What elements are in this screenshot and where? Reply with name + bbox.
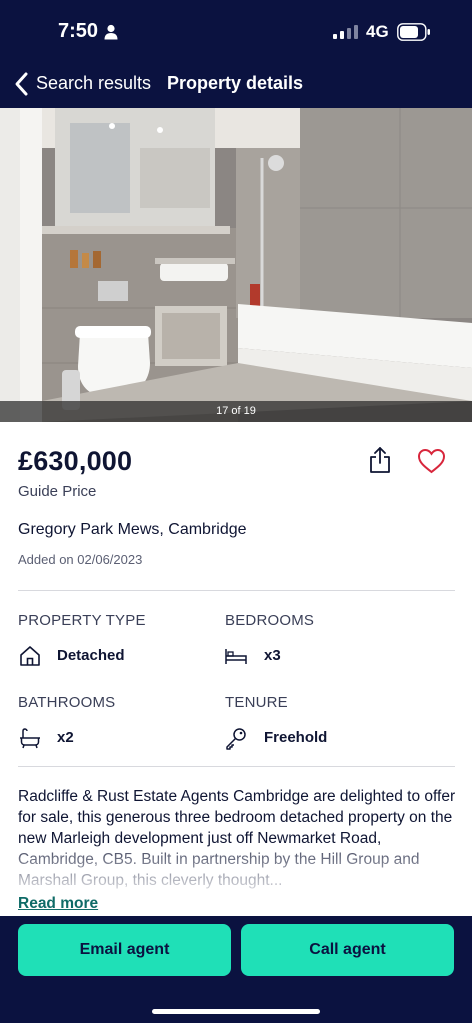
- bottom-action-bar: Email agent Call agent: [0, 916, 472, 1023]
- signal-icon: [333, 25, 358, 39]
- property-type-label: PROPERTY TYPE: [18, 612, 146, 629]
- status-bar: 7:50 4G: [0, 0, 472, 62]
- added-date: Added on 02/06/2023: [18, 552, 143, 567]
- chevron-left-icon[interactable]: [13, 71, 29, 97]
- bedrooms-value: x3: [264, 647, 281, 664]
- bedrooms-label: BEDROOMS: [225, 612, 315, 629]
- property-address: Gregory Park Mews, Cambridge: [18, 521, 247, 538]
- bed-icon: [225, 649, 247, 664]
- battery-icon: [397, 23, 430, 41]
- status-time: 7:50: [58, 20, 99, 42]
- home-indicator[interactable]: [152, 1009, 320, 1014]
- bathrooms-label: BATHROOMS: [18, 694, 116, 711]
- price-qualifier: Guide Price: [18, 483, 97, 500]
- person-icon: [104, 24, 118, 40]
- read-more-link[interactable]: Read more: [18, 895, 98, 913]
- listing-price: £630,000: [18, 446, 133, 476]
- photo-gallery[interactable]: 17 of 19: [0, 108, 472, 422]
- bathrooms-value: x2: [57, 729, 74, 746]
- heart-icon[interactable]: [417, 448, 446, 474]
- network-type: 4G: [366, 22, 389, 41]
- nav-bar: Search results Property details: [0, 62, 472, 108]
- call-agent-button[interactable]: Call agent: [241, 924, 454, 976]
- property-photo[interactable]: [0, 108, 472, 422]
- bath-icon: [20, 728, 40, 749]
- key-icon: [226, 728, 246, 750]
- divider: [18, 590, 455, 591]
- share-icon[interactable]: [368, 446, 392, 474]
- photo-counter: 17 of 19: [0, 401, 472, 422]
- property-type-value: Detached: [57, 647, 125, 664]
- page-title: Property details: [167, 73, 304, 93]
- email-agent-button[interactable]: Email agent: [18, 924, 231, 976]
- divider: [18, 766, 455, 767]
- back-button[interactable]: Search results: [36, 73, 151, 94]
- tenure-value: Freehold: [264, 729, 328, 746]
- description-fade: [0, 846, 472, 892]
- tenure-label: TENURE: [225, 694, 288, 711]
- house-icon: [20, 646, 40, 666]
